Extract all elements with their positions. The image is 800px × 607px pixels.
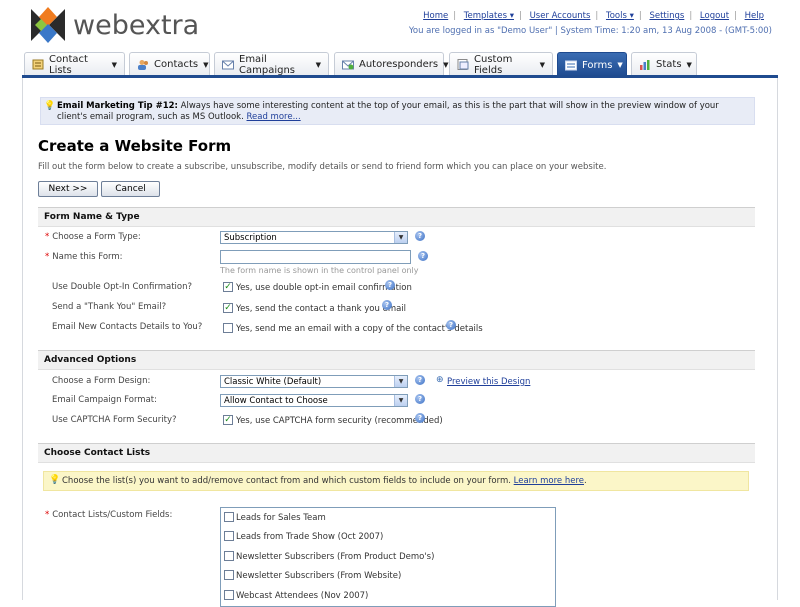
logout-link[interactable]: Logout: [700, 11, 729, 21]
cancel-button[interactable]: Cancel: [101, 181, 160, 197]
form-name-hint: The form name is shown in the control pa…: [220, 266, 419, 275]
tab-contact-lists[interactable]: Contact Lists ▼: [24, 52, 125, 76]
help-icon[interactable]: ?: [415, 231, 425, 241]
lightbulb-icon: 💡: [44, 101, 56, 111]
help-icon[interactable]: ?: [415, 375, 425, 385]
notify-label: Email New Contacts Details to You?: [52, 322, 203, 332]
chevron-down-icon: ▼: [686, 60, 692, 69]
list-item-label: Leads for Sales Team: [236, 513, 326, 523]
help-icon[interactable]: ?: [418, 251, 428, 261]
section-contact-lists: Choose Contact Lists: [38, 443, 755, 463]
settings-link[interactable]: Settings: [649, 11, 684, 21]
thankyou-text: Yes, send the contact a thank you email: [236, 304, 407, 314]
thankyou-label: Send a "Thank You" Email?: [52, 302, 167, 312]
tab-email-campaigns[interactable]: Email Campaigns ▼: [214, 52, 329, 76]
autoresponder-icon: [342, 59, 354, 70]
list-checkbox[interactable]: [224, 531, 234, 541]
chevron-down-icon: ▼: [394, 376, 407, 387]
captcha-label: Use CAPTCHA Form Security?: [52, 415, 177, 425]
form-name-label: * Name this Form:: [45, 252, 123, 262]
chevron-down-icon: ▼: [111, 60, 117, 69]
logo-icon: [31, 7, 65, 43]
double-optin-checkbox[interactable]: ✓: [223, 282, 233, 292]
header: webextra Home | Templates ▾ | User Account…: [0, 0, 800, 52]
chevron-down-icon: ▼: [617, 61, 623, 69]
campaign-format-select[interactable]: Allow Contact to Choose ▼: [220, 394, 408, 407]
preview-design-link[interactable]: Preview this Design: [447, 377, 530, 387]
magnifier-icon: ⊕: [436, 375, 444, 385]
read-more-link[interactable]: Read more...: [247, 112, 301, 122]
list-checkbox[interactable]: [224, 590, 234, 600]
chevron-down-icon: ▼: [315, 60, 321, 69]
logo[interactable]: webextra: [27, 5, 199, 45]
form-design-select[interactable]: Classic White (Default) ▼: [220, 375, 408, 388]
learn-more-link[interactable]: Learn more here: [514, 476, 584, 486]
help-link[interactable]: Help: [745, 11, 764, 21]
templates-link[interactable]: Templates ▾: [464, 11, 514, 21]
next-button[interactable]: Next >>: [38, 181, 98, 197]
tab-custom-fields[interactable]: Custom Fields ▼: [449, 52, 553, 76]
chevron-down-icon: ▼: [394, 232, 407, 243]
envelope-icon: [222, 59, 234, 70]
list-checkbox[interactable]: [224, 570, 234, 580]
double-optin-label: Use Double Opt-In Confirmation?: [52, 282, 192, 292]
contacts-icon: [137, 59, 149, 70]
tab-forms[interactable]: Forms ▼: [557, 52, 627, 77]
list-item-label: Newsletter Subscribers (From Website): [236, 571, 402, 581]
list-item-label: Leads from Trade Show (Oct 2007): [236, 532, 384, 542]
home-link[interactable]: Home: [423, 11, 448, 21]
tools-link[interactable]: Tools ▾: [606, 11, 634, 21]
chevron-down-icon: ▼: [203, 60, 209, 69]
contact-lists-label: * Contact Lists/Custom Fields:: [45, 510, 173, 520]
contact-lists-icon: [32, 59, 44, 70]
list-checkbox[interactable]: [224, 551, 234, 561]
page-intro: Fill out the form below to create a subs…: [38, 162, 607, 172]
list-item-label: Newsletter Subscribers (From Product Dem…: [236, 552, 435, 562]
chevron-down-icon: ▼: [394, 395, 407, 406]
page-title: Create a Website Form: [38, 137, 232, 155]
section-advanced-options: Advanced Options: [38, 350, 755, 370]
captcha-checkbox[interactable]: ✓: [223, 415, 233, 425]
login-info: You are logged in as "Demo User" | Syste…: [408, 26, 772, 36]
logo-text: webextra: [73, 9, 200, 41]
help-icon[interactable]: ?: [415, 413, 425, 423]
lightbulb-icon: 💡: [49, 475, 61, 485]
required-marker: *: [45, 252, 50, 262]
tab-stats[interactable]: Stats ▼: [631, 52, 697, 76]
tab-contacts[interactable]: Contacts ▼: [129, 52, 210, 76]
campaign-format-label: Email Campaign Format:: [52, 395, 157, 405]
user-accounts-link[interactable]: User Accounts: [530, 11, 591, 21]
stats-icon: [639, 59, 651, 70]
section-form-name-type: Form Name & Type: [38, 207, 755, 227]
help-icon[interactable]: ?: [382, 300, 392, 310]
form-design-label: Choose a Form Design:: [52, 376, 151, 386]
top-links: Home | Templates ▾ | User Accounts | Tools …: [423, 11, 764, 21]
required-marker: *: [45, 510, 50, 520]
help-icon[interactable]: ?: [415, 394, 425, 404]
forms-icon: [565, 60, 577, 71]
form-name-input[interactable]: [220, 250, 411, 264]
help-icon[interactable]: ?: [446, 320, 456, 330]
notify-checkbox[interactable]: [223, 323, 233, 333]
form-type-select[interactable]: Subscription ▼: [220, 231, 408, 244]
help-icon[interactable]: ?: [385, 280, 395, 290]
custom-fields-icon: [457, 59, 469, 70]
contact-lists-tip: 💡 Choose the list(s) you want to add/rem…: [43, 471, 749, 491]
chevron-down-icon: ▼: [539, 60, 545, 69]
captcha-text: Yes, use CAPTCHA form security (recommen…: [236, 416, 443, 426]
list-checkbox[interactable]: [224, 512, 234, 522]
tab-autoresponders[interactable]: Autoresponders ▼: [334, 52, 449, 76]
required-marker: *: [45, 232, 50, 242]
chevron-down-icon: ▼: [443, 60, 449, 69]
tip-banner: 💡 Email Marketing Tip #12: Always have s…: [40, 97, 755, 125]
tip-title: Email Marketing Tip #12:: [57, 101, 178, 111]
thankyou-checkbox[interactable]: ✓: [223, 303, 233, 313]
form-type-label: * Choose a Form Type:: [45, 232, 141, 242]
